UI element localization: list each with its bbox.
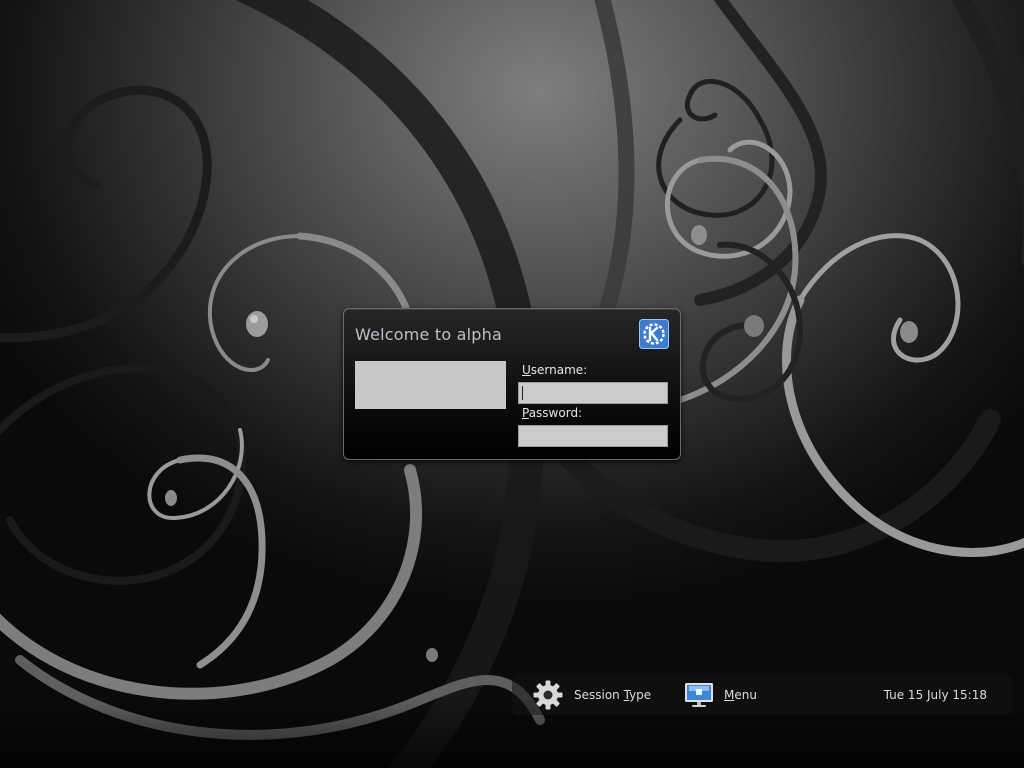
- user-face-area[interactable]: [355, 361, 506, 409]
- session-type-label: Session Type: [574, 688, 652, 702]
- gear-icon: [533, 680, 563, 710]
- clock: Tue 15 July 15:18: [883, 688, 987, 702]
- bottom-bar: Session Type Menu Tue 15 July 15:18: [512, 675, 1012, 715]
- text-caret: [522, 386, 523, 400]
- password-field[interactable]: [518, 425, 668, 447]
- username-label: Username:: [522, 363, 588, 377]
- session-type-button[interactable]: Session Type: [532, 675, 651, 715]
- kde-logo-icon: [639, 319, 669, 349]
- welcome-title: Welcome to alpha: [355, 325, 502, 344]
- login-dialog: Welcome to alpha Username: Password:: [343, 308, 681, 460]
- monitor-icon: [685, 683, 713, 707]
- menu-button[interactable]: Menu: [684, 675, 757, 715]
- username-field[interactable]: [518, 382, 668, 404]
- menu-label: Menu: [724, 688, 757, 702]
- password-label: Password:: [522, 406, 583, 420]
